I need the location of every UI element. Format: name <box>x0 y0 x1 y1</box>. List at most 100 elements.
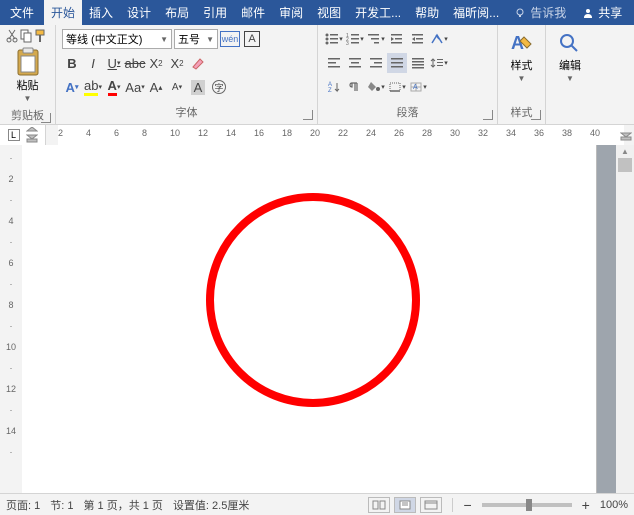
format-painter-icon[interactable] <box>34 29 46 43</box>
right-indent-marker[interactable] <box>620 125 632 141</box>
circle-shape[interactable] <box>206 193 420 407</box>
decrease-indent-button[interactable] <box>387 29 407 49</box>
tab-selector[interactable]: L <box>0 125 46 145</box>
scrollbar-thumb[interactable] <box>618 158 632 172</box>
view-print-layout[interactable] <box>394 497 416 513</box>
svg-text:Z: Z <box>328 88 332 93</box>
tell-me-search[interactable]: 告诉我 <box>506 0 574 25</box>
status-bar: 页面: 1 节: 1 第 1 页，共 1 页 设置值: 2.5厘米 − + 10… <box>0 493 634 515</box>
shrink-font-button[interactable]: A▾ <box>167 77 187 97</box>
view-read-mode[interactable] <box>368 497 390 513</box>
horizontal-ruler[interactable]: L 246810121416182022242628303234363840 <box>0 125 634 145</box>
multilevel-list-button[interactable]: ▾ <box>366 29 386 49</box>
clear-format-button[interactable] <box>188 53 208 73</box>
line-spacing-button[interactable]: ▾ <box>429 53 449 73</box>
char-border-button[interactable]: A <box>242 29 262 49</box>
show-marks-button[interactable] <box>345 77 365 97</box>
menu-mailings[interactable]: 邮件 <box>234 0 272 25</box>
align-right-button[interactable] <box>366 53 386 73</box>
increase-indent-button[interactable] <box>408 29 428 49</box>
menu-help[interactable]: 帮助 <box>408 0 446 25</box>
font-group-label: 字体 <box>60 102 313 122</box>
editing-button[interactable]: 编辑 ▼ <box>550 27 590 87</box>
menu-home[interactable]: 开始 <box>44 0 82 25</box>
menu-layout[interactable]: 布局 <box>158 0 196 25</box>
document-page[interactable] <box>46 145 596 493</box>
menu-insert[interactable]: 插入 <box>82 0 120 25</box>
share-label: 共享 <box>598 4 622 21</box>
menu-design[interactable]: 设计 <box>120 0 158 25</box>
font-color-button[interactable]: A▾ <box>104 77 124 97</box>
menu-view[interactable]: 视图 <box>310 0 348 25</box>
status-setting[interactable]: 设置值: 2.5厘米 <box>173 497 249 513</box>
menu-foxit[interactable]: 福昕阅... <box>446 0 506 25</box>
vertical-ruler[interactable]: ·2·4·6·8·10·12·14· <box>0 145 22 493</box>
zoom-slider[interactable] <box>482 503 572 507</box>
align-left-button[interactable] <box>324 53 344 73</box>
indent-marker-icon[interactable] <box>26 127 38 143</box>
share-button[interactable]: 共享 <box>574 0 630 25</box>
snap-to-grid-button[interactable]: A▾ <box>408 77 428 97</box>
tell-me-label: 告诉我 <box>530 4 566 21</box>
styles-launcher[interactable] <box>531 110 541 120</box>
chevron-down-icon: ▼ <box>566 74 574 83</box>
align-justify-button[interactable] <box>387 53 407 73</box>
highlight-button[interactable]: ab▾ <box>83 77 103 97</box>
zoom-in-button[interactable]: + <box>582 497 590 513</box>
paste-button[interactable]: 粘贴 ▼ <box>4 45 51 105</box>
status-page[interactable]: 页面: 1 <box>6 497 40 513</box>
zoom-out-button[interactable]: − <box>463 497 471 513</box>
status-page-of[interactable]: 第 1 页，共 1 页 <box>83 497 162 513</box>
strikethrough-button[interactable]: abc <box>125 53 145 73</box>
document-area: ·2·4·6·8·10·12·14· ▲ <box>0 145 634 493</box>
paragraph-group-label: 段落 <box>322 102 493 122</box>
font-launcher[interactable] <box>303 110 313 120</box>
align-distributed-button[interactable] <box>408 53 428 73</box>
font-size-combo[interactable]: 五号▼ <box>174 29 218 49</box>
paste-icon <box>14 47 42 77</box>
styles-button[interactable]: A 样式 ▼ <box>502 27 541 87</box>
vertical-scrollbar[interactable]: ▲ <box>616 145 634 493</box>
sort-button[interactable]: AZ <box>324 77 344 97</box>
numbering-button[interactable]: 123▾ <box>345 29 365 49</box>
bold-button[interactable]: B <box>62 53 82 73</box>
menu-references[interactable]: 引用 <box>196 0 234 25</box>
font-name-combo[interactable]: 等线 (中文正文)▼ <box>62 29 172 49</box>
char-shading-button[interactable]: A <box>188 77 208 97</box>
scroll-up-icon[interactable]: ▲ <box>618 147 632 156</box>
styles-label: 样式 <box>511 57 533 73</box>
styles-group-label: 样式 <box>502 102 541 122</box>
view-web-layout[interactable] <box>420 497 442 513</box>
svg-text:A: A <box>413 84 418 91</box>
clipboard-group-label: 剪贴板 <box>4 105 51 125</box>
menu-review[interactable]: 审阅 <box>272 0 310 25</box>
superscript-button[interactable]: X2 <box>167 53 187 73</box>
change-case-button[interactable]: Aa▾ <box>125 77 145 97</box>
paste-label: 粘贴 <box>17 77 39 93</box>
menu-file[interactable]: 文件 <box>0 0 44 25</box>
text-effects-button[interactable]: A▾ <box>62 77 82 97</box>
zoom-slider-thumb[interactable] <box>526 499 532 511</box>
copy-icon[interactable] <box>20 29 32 43</box>
editing-label: 编辑 <box>559 57 581 73</box>
underline-button[interactable]: U▾ <box>104 53 124 73</box>
styles-icon: A <box>509 31 535 57</box>
menu-devtools[interactable]: 开发工... <box>348 0 408 25</box>
align-center-button[interactable] <box>345 53 365 73</box>
cut-icon[interactable] <box>6 29 18 43</box>
editing-group-label <box>550 106 590 122</box>
clipboard-launcher[interactable] <box>41 113 51 123</box>
zoom-level[interactable]: 100% <box>600 499 628 511</box>
borders-button[interactable]: ▾ <box>387 77 407 97</box>
asian-layout-button[interactable]: ▾ <box>429 29 449 49</box>
italic-button[interactable]: I <box>83 53 103 73</box>
enclose-char-button[interactable]: 字 <box>209 77 229 97</box>
subscript-button[interactable]: X2 <box>146 53 166 73</box>
shading-button[interactable]: ▾ <box>366 77 386 97</box>
find-icon <box>557 31 583 57</box>
paragraph-launcher[interactable] <box>483 110 493 120</box>
status-section[interactable]: 节: 1 <box>50 497 73 513</box>
grow-font-button[interactable]: A▴ <box>146 77 166 97</box>
bullets-button[interactable]: ▾ <box>324 29 344 49</box>
pinyin-guide-button[interactable]: wén <box>220 29 240 49</box>
